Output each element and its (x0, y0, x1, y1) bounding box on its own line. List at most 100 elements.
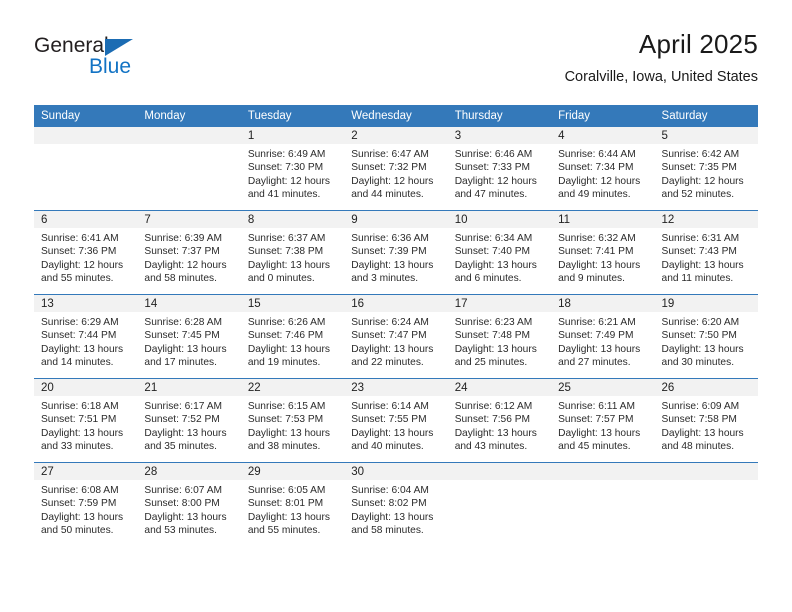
day-cell[interactable]: 1 Sunrise: 6:49 AM Sunset: 7:30 PM Dayli… (240, 127, 345, 211)
sunrise-text: Sunrise: 6:17 AM (144, 401, 223, 412)
week-row: 20 Sunrise: 6:18 AM Sunset: 7:51 PM Dayl… (34, 378, 758, 463)
day-details: Sunrise: 6:24 AM Sunset: 7:47 PM Dayligh… (344, 312, 447, 370)
day-cell[interactable]: 9 Sunrise: 6:36 AM Sunset: 7:39 PM Dayli… (344, 210, 448, 295)
daylight-text-line1: Daylight: 13 hours (558, 343, 641, 355)
weekday-header-wednesday: Wednesday (344, 105, 448, 127)
daylight-text-line2: and 53 minutes. (144, 525, 217, 537)
day-cell[interactable]: 12 Sunrise: 6:31 AM Sunset: 7:43 PM Dayl… (654, 210, 758, 295)
day-details: Sunrise: 6:21 AM Sunset: 7:49 PM Dayligh… (551, 312, 654, 370)
day-number: 23 (344, 379, 448, 396)
day-number (551, 463, 655, 480)
day-details: Sunrise: 6:08 AM Sunset: 7:59 PM Dayligh… (34, 480, 137, 538)
sunset-text: Sunset: 7:58 PM (661, 414, 737, 426)
day-cell[interactable]: 29 Sunrise: 6:05 AM Sunset: 8:01 PM Dayl… (240, 462, 345, 546)
daylight-text-line1: Daylight: 13 hours (144, 511, 227, 523)
sunset-text: Sunset: 7:59 PM (41, 498, 117, 510)
day-cell[interactable]: 18 Sunrise: 6:21 AM Sunset: 7:49 PM Dayl… (551, 294, 655, 379)
daylight-text-line1: Daylight: 13 hours (661, 427, 744, 439)
day-details (551, 480, 654, 484)
day-cell[interactable]: 8 Sunrise: 6:37 AM Sunset: 7:38 PM Dayli… (240, 210, 345, 295)
day-number (654, 463, 758, 480)
daylight-text-line1: Daylight: 12 hours (144, 259, 227, 271)
daylight-text-line1: Daylight: 13 hours (351, 343, 434, 355)
day-details: Sunrise: 6:17 AM Sunset: 7:52 PM Dayligh… (137, 396, 240, 454)
day-cell[interactable]: 7 Sunrise: 6:39 AM Sunset: 7:37 PM Dayli… (137, 210, 241, 295)
day-number: 11 (551, 211, 655, 228)
day-number: 9 (344, 211, 448, 228)
day-cell[interactable]: 19 Sunrise: 6:20 AM Sunset: 7:50 PM Dayl… (654, 294, 758, 379)
day-cell[interactable]: 11 Sunrise: 6:32 AM Sunset: 7:41 PM Dayl… (551, 210, 655, 295)
daylight-text-line2: and 45 minutes. (558, 441, 631, 453)
page-title: April 2025 (638, 29, 758, 59)
day-number: 5 (654, 127, 758, 144)
day-cell[interactable]: 25 Sunrise: 6:11 AM Sunset: 7:57 PM Dayl… (551, 378, 655, 463)
day-cell[interactable]: 4 Sunrise: 6:44 AM Sunset: 7:34 PM Dayli… (551, 127, 655, 211)
day-details: Sunrise: 6:28 AM Sunset: 7:45 PM Dayligh… (137, 312, 240, 370)
daylight-text-line2: and 9 minutes. (558, 273, 625, 285)
day-cell[interactable]: 24 Sunrise: 6:12 AM Sunset: 7:56 PM Dayl… (447, 378, 552, 463)
week-row: 1 Sunrise: 6:49 AM Sunset: 7:30 PM Dayli… (34, 127, 758, 211)
day-cell[interactable]: 30 Sunrise: 6:04 AM Sunset: 8:02 PM Dayl… (344, 462, 448, 546)
daylight-text-line1: Daylight: 13 hours (454, 259, 537, 271)
daylight-text-line2: and 22 minutes. (351, 357, 424, 369)
daylight-text-line2: and 50 minutes. (41, 525, 114, 537)
weekday-header-saturday: Saturday (654, 105, 758, 127)
day-cell[interactable] (34, 127, 138, 211)
day-details: Sunrise: 6:09 AM Sunset: 7:58 PM Dayligh… (655, 396, 758, 454)
day-number (34, 127, 138, 144)
sunset-text: Sunset: 8:00 PM (144, 498, 220, 510)
day-cell[interactable]: 15 Sunrise: 6:26 AM Sunset: 7:46 PM Dayl… (240, 294, 345, 379)
day-cell[interactable]: 16 Sunrise: 6:24 AM Sunset: 7:47 PM Dayl… (344, 294, 448, 379)
day-number: 29 (240, 463, 345, 480)
day-cell[interactable]: 14 Sunrise: 6:28 AM Sunset: 7:45 PM Dayl… (137, 294, 241, 379)
sunset-text: Sunset: 7:52 PM (144, 414, 220, 426)
day-cell[interactable]: 17 Sunrise: 6:23 AM Sunset: 7:48 PM Dayl… (447, 294, 552, 379)
sunrise-text: Sunrise: 6:44 AM (558, 149, 636, 160)
sunrise-text: Sunrise: 6:31 AM (661, 233, 740, 244)
sunset-text: Sunset: 7:36 PM (41, 246, 117, 258)
day-cell[interactable]: 27 Sunrise: 6:08 AM Sunset: 7:59 PM Dayl… (34, 462, 138, 546)
day-number: 14 (137, 295, 241, 312)
day-number: 4 (551, 127, 655, 144)
day-cell[interactable]: 5 Sunrise: 6:42 AM Sunset: 7:35 PM Dayli… (654, 127, 758, 211)
daylight-text-line1: Daylight: 13 hours (661, 259, 744, 271)
day-cell[interactable]: 2 Sunrise: 6:47 AM Sunset: 7:32 PM Dayli… (344, 127, 448, 211)
day-cell[interactable]: 21 Sunrise: 6:17 AM Sunset: 7:52 PM Dayl… (137, 378, 241, 463)
day-cell[interactable] (654, 462, 758, 546)
daylight-text-line1: Daylight: 13 hours (558, 259, 641, 271)
day-cell[interactable]: 20 Sunrise: 6:18 AM Sunset: 7:51 PM Dayl… (34, 378, 138, 463)
sunrise-text: Sunrise: 6:08 AM (41, 485, 119, 496)
sunset-text: Sunset: 7:40 PM (454, 246, 531, 258)
day-cell[interactable] (447, 462, 552, 546)
day-cell[interactable]: 28 Sunrise: 6:07 AM Sunset: 8:00 PM Dayl… (137, 462, 241, 546)
day-cell[interactable]: 3 Sunrise: 6:46 AM Sunset: 7:33 PM Dayli… (447, 127, 552, 211)
day-cell[interactable]: 22 Sunrise: 6:15 AM Sunset: 7:53 PM Dayl… (240, 378, 345, 463)
sunset-text: Sunset: 7:39 PM (351, 246, 427, 258)
day-cell[interactable]: 23 Sunrise: 6:14 AM Sunset: 7:55 PM Dayl… (344, 378, 448, 463)
day-cell[interactable]: 6 Sunrise: 6:41 AM Sunset: 7:36 PM Dayli… (34, 210, 138, 295)
daylight-text-line1: Daylight: 13 hours (351, 511, 434, 523)
calendar-body: 1 Sunrise: 6:49 AM Sunset: 7:30 PM Dayli… (34, 127, 758, 546)
day-number: 22 (240, 379, 345, 396)
page-header: General Blue April 2025 Coralville, Iowa… (34, 28, 758, 98)
weekday-header-monday: Monday (137, 105, 241, 127)
day-cell[interactable]: 13 Sunrise: 6:29 AM Sunset: 7:44 PM Dayl… (34, 294, 138, 379)
day-details: Sunrise: 6:14 AM Sunset: 7:55 PM Dayligh… (344, 396, 447, 454)
daylight-text-line1: Daylight: 13 hours (144, 427, 227, 439)
day-cell[interactable] (137, 127, 241, 211)
day-details: Sunrise: 6:15 AM Sunset: 7:53 PM Dayligh… (241, 396, 344, 454)
sunset-text: Sunset: 7:38 PM (247, 246, 324, 258)
calendar-table: Sunday Monday Tuesday Wednesday Thursday… (34, 105, 758, 546)
daylight-text-line1: Daylight: 13 hours (351, 259, 434, 271)
daylight-text-line1: Daylight: 13 hours (247, 511, 330, 523)
day-details (655, 480, 758, 484)
day-details: Sunrise: 6:44 AM Sunset: 7:34 PM Dayligh… (551, 144, 654, 202)
sunrise-text: Sunrise: 6:36 AM (351, 233, 429, 244)
daylight-text-line2: and 3 minutes. (351, 273, 419, 285)
general-blue-logo[interactable]: General Blue (34, 34, 154, 86)
day-cell[interactable]: 26 Sunrise: 6:09 AM Sunset: 7:58 PM Dayl… (654, 378, 758, 463)
daylight-text-line2: and 41 minutes. (247, 189, 321, 201)
day-cell[interactable]: 10 Sunrise: 6:34 AM Sunset: 7:40 PM Dayl… (447, 210, 552, 295)
sunrise-text: Sunrise: 6:32 AM (558, 233, 636, 244)
day-cell[interactable] (551, 462, 655, 546)
